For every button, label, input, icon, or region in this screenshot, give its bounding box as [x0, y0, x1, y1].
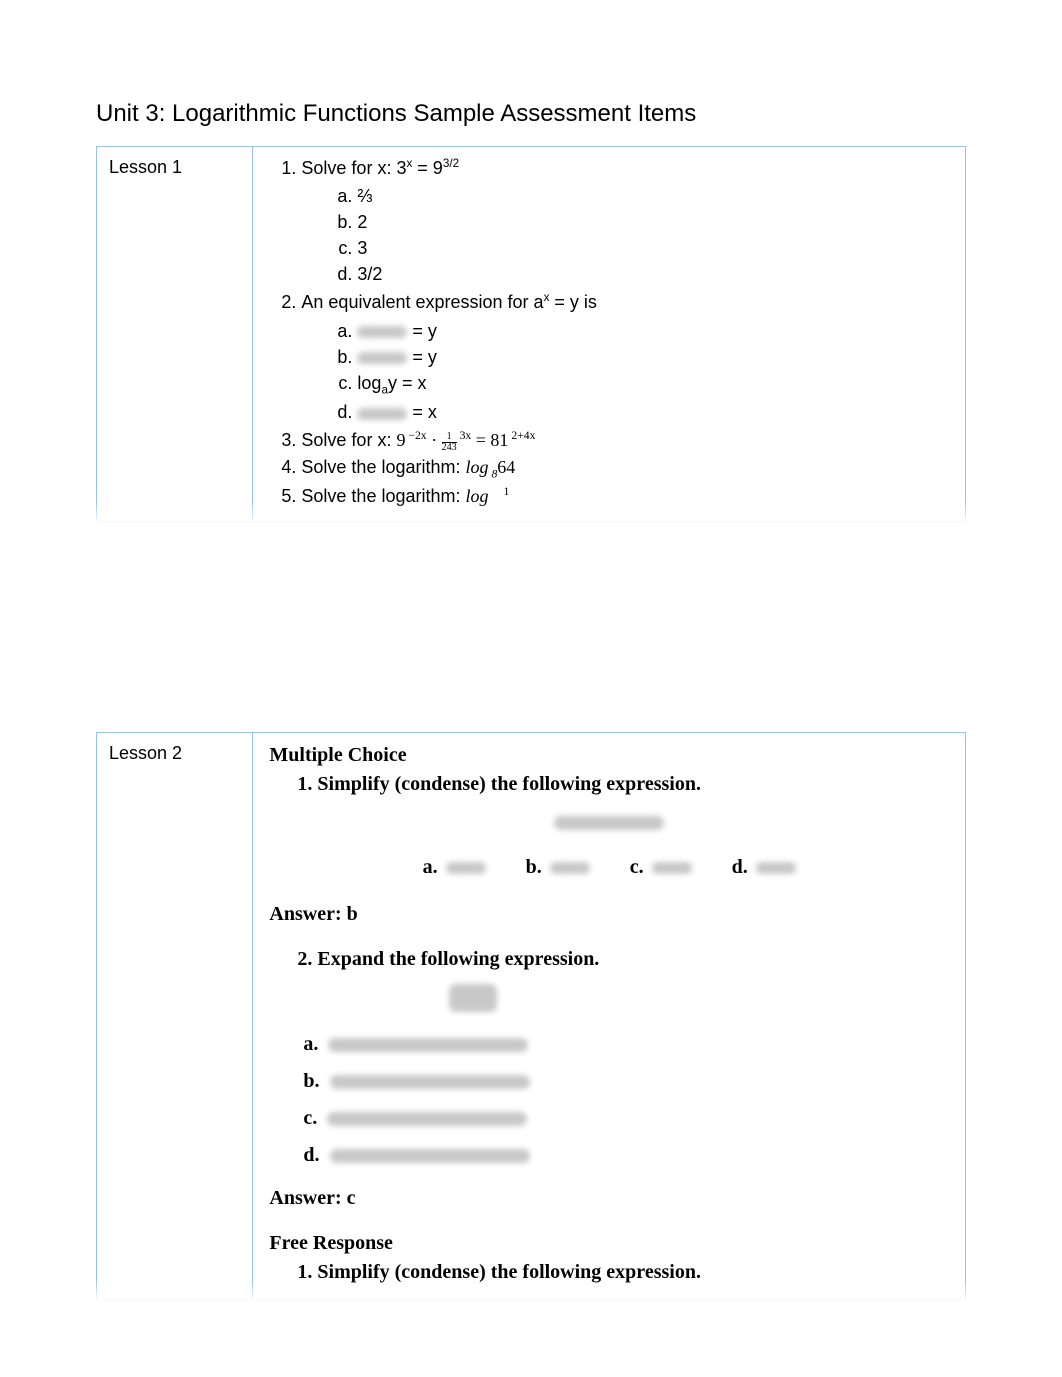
- blurred-icon: [330, 1149, 530, 1163]
- page-title: Unit 3: Logarithmic Functions Sample Ass…: [96, 100, 966, 128]
- lesson1-label-cell: Lesson 1: [97, 147, 253, 522]
- mc-q2-stem: Expand the following expression.: [317, 948, 599, 970]
- q2: An equivalent expression for ax = y is =…: [301, 289, 949, 425]
- fr-list: Simplify (condense) the following expres…: [269, 1258, 949, 1287]
- mc-q1-c: c.: [630, 853, 692, 882]
- q3-dot: ·: [427, 430, 442, 450]
- choice-d-label: d.: [732, 853, 748, 882]
- lesson1-label: Lesson 1: [109, 157, 182, 177]
- blurred-icon: [328, 1038, 528, 1052]
- q1-opt-c: 3: [357, 235, 949, 261]
- q4-sub: 8: [489, 467, 498, 480]
- q1-opt-d: 3/2: [357, 261, 949, 287]
- q5-log: log: [466, 486, 489, 506]
- blurred-icon: [357, 408, 407, 420]
- mc-q2-expr: [269, 984, 949, 1012]
- q2-opt-d: = x: [357, 399, 949, 425]
- mc-list: Simplify (condense) the following expres…: [269, 770, 949, 799]
- mc-q1-choices: a. b. c. d.: [269, 853, 949, 882]
- mc-q2-b: b.: [303, 1067, 949, 1096]
- lesson2-table: Lesson 2 Multiple Choice Simplify (conde…: [96, 732, 966, 1300]
- mc-q2-c: c.: [303, 1104, 949, 1133]
- q2-opt-a: = y: [357, 318, 949, 344]
- q3: Solve for x: 9 −2x · 1243 3x = 81 2+4x: [301, 427, 949, 453]
- mc-q2-options: a. b. c. d.: [269, 1030, 949, 1170]
- mc-q1-b: b.: [526, 853, 590, 882]
- fraction-icon: 1243: [442, 432, 457, 453]
- q2-b-tail: = y: [407, 347, 437, 367]
- q1-opt-b: 2: [357, 209, 949, 235]
- choice-c-label: c.: [630, 853, 644, 882]
- mc-q2-answer: Answer: c: [269, 1184, 949, 1213]
- q1-opt-a: ⅔: [357, 183, 949, 209]
- blurred-icon: [652, 862, 692, 874]
- q1-pre: Solve for x: 3: [301, 158, 406, 178]
- q2-options: = y = y logay = x = x: [301, 318, 949, 426]
- choice-a-label: a.: [423, 853, 438, 882]
- opt-c-label: c.: [303, 1104, 317, 1133]
- mc-title: Multiple Choice: [269, 741, 949, 770]
- lesson1-content: Solve for x: 3x = 9 3/2 ⅔ 2 3 3/2 An equi…: [253, 147, 966, 522]
- q2-opt-c: logay = x: [357, 370, 949, 400]
- q4-pre: Solve the logarithm:: [301, 457, 465, 477]
- q2-a-tail: = y: [407, 321, 437, 341]
- q2-d-tail: = x: [407, 402, 437, 422]
- q1-mid: = 9: [412, 158, 443, 178]
- q4: Solve the logarithm: log 864: [301, 454, 949, 484]
- q2-c-mid: y = x: [388, 373, 427, 393]
- mc-q1-answer: Answer: b: [269, 900, 949, 929]
- blurred-icon: [357, 326, 407, 338]
- q3-exp1: −2x: [405, 429, 426, 442]
- q4-arg: 64: [497, 457, 515, 477]
- q5-pre: Solve the logarithm:: [301, 486, 465, 506]
- fr-q1-stem: Simplify (condense) the following expres…: [317, 1261, 701, 1283]
- q3-exp3: 2+4x: [508, 429, 535, 442]
- lesson1-questions: Solve for x: 3x = 9 3/2 ⅔ 2 3 3/2 An equi…: [269, 155, 949, 509]
- q4-log: log: [466, 457, 489, 477]
- choice-b-label: b.: [526, 853, 542, 882]
- mc-q2: Expand the following expression.: [317, 945, 949, 974]
- blurred-icon: [554, 816, 664, 830]
- blurred-icon: [330, 1075, 530, 1089]
- mc-q1-d: d.: [732, 853, 796, 882]
- lesson1-table: Lesson 1 Solve for x: 3x = 9 3/2 ⅔ 2 3 3/…: [96, 146, 966, 522]
- mc-q1-a: a.: [423, 853, 486, 882]
- q5: Solve the logarithm: log 1: [301, 483, 949, 509]
- fr-title: Free Response: [269, 1229, 949, 1258]
- lesson2-content: Multiple Choice Simplify (condense) the …: [253, 733, 966, 1300]
- blurred-icon: [327, 1112, 527, 1126]
- q3-pre: Solve for x:: [301, 430, 396, 450]
- mc-list2: Expand the following expression.: [269, 945, 949, 974]
- q2-post: = y is: [549, 292, 597, 312]
- q3-exp2: 3x: [457, 429, 472, 442]
- q3-eq: = 81: [471, 430, 508, 450]
- mc-q1-stem: Simplify (condense) the following expres…: [317, 773, 701, 795]
- fr-q1: Simplify (condense) the following expres…: [317, 1258, 949, 1287]
- q2-pre: An equivalent expression for a: [301, 292, 543, 312]
- opt-a-label: a.: [303, 1030, 318, 1059]
- opt-b-label: b.: [303, 1067, 319, 1096]
- blurred-icon: [449, 984, 497, 1012]
- q2-opt-b: = y: [357, 344, 949, 370]
- q5-tail: 1: [504, 485, 510, 498]
- lesson2-label-cell: Lesson 2: [97, 733, 253, 1300]
- mc-q1-expr: [269, 809, 949, 835]
- mc-q2-a: a.: [303, 1030, 949, 1059]
- mc-q1: Simplify (condense) the following expres…: [317, 770, 949, 799]
- blurred-icon: [756, 862, 796, 874]
- lesson2-label: Lesson 2: [109, 743, 182, 763]
- q1: Solve for x: 3x = 93/2 ⅔ 2 3 3/2: [301, 155, 949, 287]
- blurred-icon: [446, 862, 486, 874]
- q1-options: ⅔ 2 3 3/2: [301, 183, 949, 287]
- q2-c-log: log: [357, 373, 381, 393]
- opt-d-label: d.: [303, 1141, 319, 1170]
- blurred-icon: [550, 862, 590, 874]
- mc-q2-d: d.: [303, 1141, 949, 1170]
- blurred-icon: [357, 352, 407, 364]
